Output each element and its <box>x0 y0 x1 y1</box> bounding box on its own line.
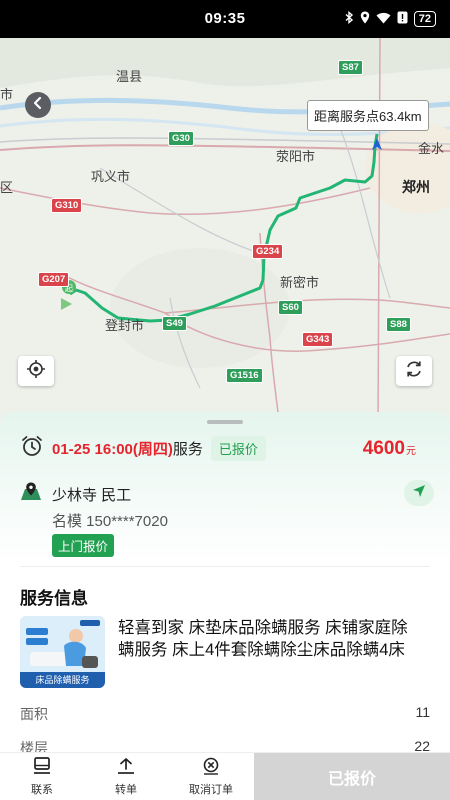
customer-contact[interactable]: 名模 150****7020 <box>52 510 168 531</box>
map-base: 起 <box>0 38 450 428</box>
service-time: 01-25 16:00(周四) <box>52 440 173 458</box>
distance-tooltip: 距离服务点63.4km <box>307 100 429 131</box>
cancel-order-button[interactable]: 取消订单 <box>168 753 254 800</box>
road-shield-g207: G207 <box>38 272 70 287</box>
onsite-quote-badge: 上门报价 <box>52 534 115 557</box>
service-location: 少林寺 民工 <box>52 486 132 504</box>
map-label-qu: 区 <box>0 180 14 195</box>
transfer-icon <box>116 757 136 778</box>
navigate-button[interactable] <box>404 480 434 506</box>
road-shield-g1516: G1516 <box>226 368 263 383</box>
field-area-row: 面积 11 <box>20 704 430 724</box>
wifi-icon <box>376 12 391 27</box>
map-label-jinshui: 金水 <box>418 141 445 156</box>
map-pin-icon <box>20 481 42 508</box>
navigation-arrow-icon <box>412 484 426 503</box>
bluetooth-icon <box>345 11 354 27</box>
road-shield-g343: G343 <box>302 332 334 347</box>
road-shield-g30: G30 <box>168 131 194 146</box>
service-info-title: 服务信息 <box>20 589 88 608</box>
cancel-circle-icon <box>201 757 221 778</box>
chevron-left-icon <box>32 96 44 115</box>
address-row: 少林寺 民工 <box>20 480 434 508</box>
cancel-order-label: 取消订单 <box>189 783 233 796</box>
refresh-button[interactable] <box>396 356 432 386</box>
map-label-wenxian: 温县 <box>116 69 143 84</box>
field-area-label: 面积 <box>20 706 48 722</box>
service-time-suffix: 服务 <box>172 440 203 458</box>
road-shield-g310: G310 <box>51 198 83 213</box>
road-shield-g234: G234 <box>252 244 284 259</box>
locate-button[interactable] <box>18 356 54 386</box>
road-shield-s49: S49 <box>162 316 187 331</box>
status-badge: 已报价 <box>210 435 266 461</box>
location-icon <box>360 11 370 27</box>
order-detail-sheet: 01-25 16:00(周四) 服务 已报价 4600元 少林寺 民工 名模 1… <box>0 412 450 800</box>
status-icons: 72 <box>345 11 436 27</box>
map-label-shi: 市 <box>0 87 14 102</box>
field-area-value: 11 <box>415 704 430 720</box>
map-label-gongyi: 巩义市 <box>91 169 131 184</box>
thumbnail-caption: 床品除螨服务 <box>20 672 105 688</box>
quoted-primary-button[interactable]: 已报价 <box>254 753 450 800</box>
price-unit: 元 <box>406 446 416 457</box>
map-label-zhengzhou: 郑州 <box>402 179 430 195</box>
contact-icon <box>32 756 52 778</box>
contact-button[interactable]: 联系 <box>0 753 84 800</box>
status-bar: 09:35 72 <box>0 0 450 38</box>
transfer-label: 转单 <box>115 783 137 796</box>
price-value: 4600 <box>362 438 405 459</box>
road-shield-s60: S60 <box>278 300 303 315</box>
bottom-action-bar: 联系 转单 取消订单 已报价 <box>0 752 450 800</box>
map-label-xinmi: 新密市 <box>280 275 320 290</box>
contact-label: 联系 <box>31 783 53 796</box>
map-label-dengfeng: 登封市 <box>105 318 145 333</box>
service-description: 轻喜到家 床垫床品除螨服务 床铺家庭除螨服务 床上4件套除螨除尘床品除螨4床 <box>118 619 408 659</box>
refresh-icon <box>404 359 424 384</box>
locate-icon <box>26 359 46 384</box>
back-button[interactable] <box>25 92 51 118</box>
road-shield-s88: S88 <box>386 317 411 332</box>
route-map[interactable]: 起 温县 市 区 巩义市 荥阳市 郑州 金水 新密市 登封市 S87 G30 G… <box>0 38 450 428</box>
service-thumbnail[interactable]: 床品除螨服务 <box>20 616 105 688</box>
road-shield-s87: S87 <box>338 60 363 75</box>
drag-handle[interactable] <box>207 420 243 424</box>
battery-indicator: 72 <box>413 11 436 27</box>
order-price: 4600元 <box>363 438 416 460</box>
alarm-clock-icon <box>20 435 44 462</box>
map-label-xingyang: 荥阳市 <box>276 149 316 164</box>
service-time-row: 01-25 16:00(周四) 服务 已报价 4600元 <box>20 435 434 462</box>
section-divider <box>20 566 430 567</box>
alert-icon <box>397 11 408 27</box>
transfer-button[interactable]: 转单 <box>84 753 168 800</box>
